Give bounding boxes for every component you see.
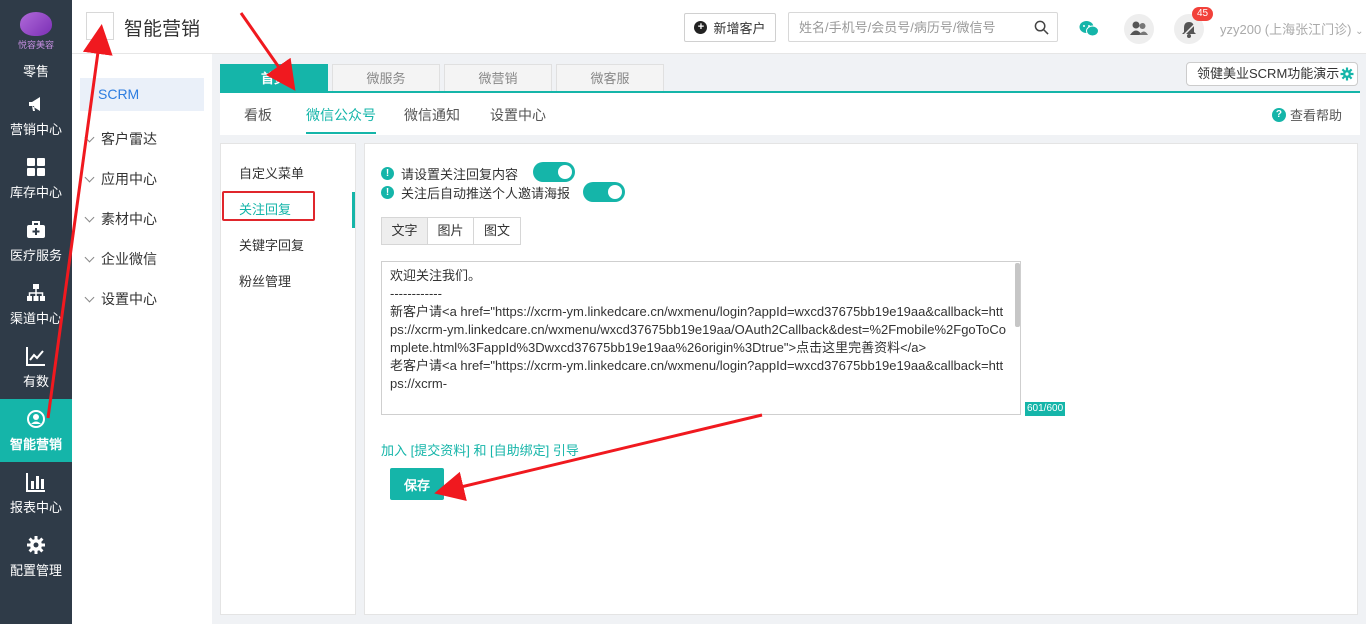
info-icon: ! <box>381 186 394 199</box>
trend-chart-icon <box>26 346 45 366</box>
search-box <box>788 12 1058 42</box>
secondary-sidebar: SCRM 客户雷达 应用中心 素材中心 企业微信 设置中心 <box>72 54 212 624</box>
subtab-wechat-notice[interactable]: 微信通知 <box>404 105 460 125</box>
search-icon[interactable] <box>1034 20 1049 35</box>
medical-kit-icon <box>27 220 45 238</box>
nav-config-management[interactable]: 配置管理 <box>0 525 72 588</box>
sidebar-item-scrm[interactable]: SCRM <box>80 78 204 111</box>
reply-textarea[interactable]: 欢迎关注我们。 ------------ 新客户请<a href="https:… <box>381 261 1021 415</box>
sidebar-item-app-center[interactable]: 应用中心 <box>72 159 212 199</box>
follow-reply-content: ! 请设置关注回复内容 ! 关注后自动推送个人邀请海报 文字 图片 图文 欢迎关… <box>364 143 1358 615</box>
demo-selector[interactable]: 领健美业SCRM功能演示 <box>1186 62 1358 86</box>
gear-icon <box>27 535 45 554</box>
plus-icon: + <box>694 21 708 34</box>
menu-custom-menu[interactable]: 自定义菜单 <box>221 156 355 192</box>
option-invite-poster: ! 关注后自动推送个人邀请海报 <box>381 183 570 202</box>
chevron-down-icon <box>84 172 95 183</box>
question-icon: ? <box>1271 107 1286 122</box>
nav-data[interactable]: 有数 <box>0 336 72 399</box>
sidebar-item-customer-radar[interactable]: 客户雷达 <box>72 119 212 159</box>
nav-smart-marketing[interactable]: 智能营销 <box>0 399 72 462</box>
tab-home[interactable]: 首页 <box>220 64 328 92</box>
bar-chart-icon <box>26 472 45 492</box>
tab-micro-service[interactable]: 微服务 <box>332 64 440 92</box>
nav-retail[interactable]: 零售 <box>0 56 72 84</box>
user-menu[interactable]: yzy200 (上海张江门诊) ⌄ <box>1220 19 1363 38</box>
reply-content-toggle[interactable] <box>533 162 575 182</box>
content-type-image[interactable]: 图片 <box>428 218 474 244</box>
content-type-text[interactable]: 文字 <box>382 218 428 244</box>
collapse-button[interactable] <box>86 12 114 40</box>
main-nav: 悦容美容 零售 营销中心 库存中心 医疗服务 渠道中心 有数 智能营销 报表中心… <box>0 0 72 624</box>
chevron-down-icon <box>84 292 95 303</box>
tab-micro-customer-service[interactable]: 微客服 <box>556 64 664 92</box>
menu-fans-management[interactable]: 粉丝管理 <box>221 264 355 300</box>
sidebar-item-settings-center[interactable]: 设置中心 <box>72 279 212 319</box>
chevron-down-icon <box>84 132 95 143</box>
char-counter: 601/600 <box>1025 402 1066 416</box>
nav-inventory-center[interactable]: 库存中心 <box>0 147 72 210</box>
nav-channel-center[interactable]: 渠道中心 <box>0 273 72 336</box>
tab-micro-marketing[interactable]: 微营销 <box>444 64 552 92</box>
search-input[interactable] <box>789 13 1025 41</box>
chevron-down-icon <box>84 252 95 263</box>
grid-icon <box>27 157 45 176</box>
sidebar-item-enterprise-wechat[interactable]: 企业微信 <box>72 239 212 279</box>
nav-report-center[interactable]: 报表中心 <box>0 462 72 525</box>
logo-text: 悦容美容 <box>17 39 54 50</box>
option-reply-content: ! 请设置关注回复内容 <box>381 164 518 183</box>
join-guide-link[interactable]: 加入 [提交资料] 和 [自助绑定] 引导 <box>381 440 579 459</box>
logo-mark <box>20 11 52 36</box>
org-chart-icon <box>27 283 45 301</box>
help-link[interactable]: ? 查看帮助 <box>1271 105 1342 124</box>
content-type-article[interactable]: 图文 <box>474 218 520 244</box>
invite-poster-toggle[interactable] <box>583 182 625 202</box>
group-icon[interactable] <box>1124 14 1154 44</box>
save-button[interactable]: 保存 <box>390 468 444 500</box>
brand-logo[interactable]: 悦容美容 <box>0 0 72 62</box>
sidebar-item-material-center[interactable]: 素材中心 <box>72 199 212 239</box>
top-header: 智能营销 + 新增客户 45 yzy200 (上海张江门诊) ⌄ <box>72 0 1366 54</box>
nav-marketing-center[interactable]: 营销中心 <box>0 84 72 147</box>
subtab-settings-center[interactable]: 设置中心 <box>490 105 546 125</box>
notification-badge: 45 <box>1192 7 1214 21</box>
smart-marketing-icon <box>27 409 45 428</box>
wechat-icon[interactable] <box>1074 14 1104 44</box>
textarea-scrollbar[interactable] <box>1015 263 1020 327</box>
menu-keyword-reply[interactable]: 关键字回复 <box>221 228 355 264</box>
content-type-tabs: 文字 图片 图文 <box>381 217 521 245</box>
nav-medical-service[interactable]: 医疗服务 <box>0 210 72 273</box>
megaphone-icon <box>29 96 40 111</box>
subtab-wechat-official[interactable]: 微信公众号 <box>306 105 376 134</box>
page-title: 智能营销 <box>124 19 201 40</box>
chevron-down-icon <box>84 212 95 223</box>
chevron-down-icon: ⌄ <box>1355 26 1364 37</box>
add-customer-button[interactable]: + 新增客户 <box>684 13 776 42</box>
highlight-box <box>222 191 315 221</box>
info-icon: ! <box>381 167 394 180</box>
gear-icon[interactable] <box>1340 67 1354 81</box>
subtab-dashboard[interactable]: 看板 <box>244 105 272 125</box>
sub-tab-bar: 看板 微信公众号 微信通知 设置中心 ? 查看帮助 <box>220 93 1360 135</box>
tab-strip: 首页 微服务 微营销 微客服 领健美业SCRM功能演示 <box>220 62 1360 92</box>
